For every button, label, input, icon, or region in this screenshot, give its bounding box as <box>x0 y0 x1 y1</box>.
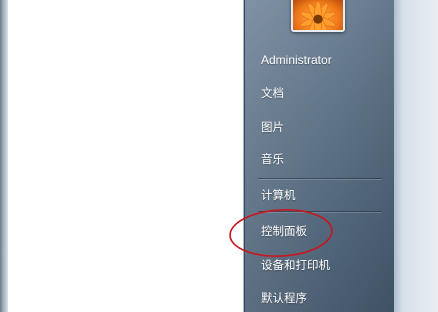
user-name-link[interactable]: Administrator <box>252 47 382 73</box>
user-picture-flower-icon[interactable] <box>291 0 345 32</box>
documents-link[interactable]: 文档 <box>252 80 382 106</box>
window-edge-shadow <box>0 0 8 312</box>
desktop-edge <box>394 0 438 312</box>
menu-separator <box>258 178 382 180</box>
red-annotation-circle <box>229 208 334 258</box>
programs-pane <box>8 0 244 312</box>
pictures-link[interactable]: 图片 <box>252 114 382 140</box>
default-programs-link[interactable]: 默认程序 <box>252 285 382 311</box>
music-link[interactable]: 音乐 <box>252 146 382 172</box>
computer-link[interactable]: 计算机 <box>252 182 382 208</box>
